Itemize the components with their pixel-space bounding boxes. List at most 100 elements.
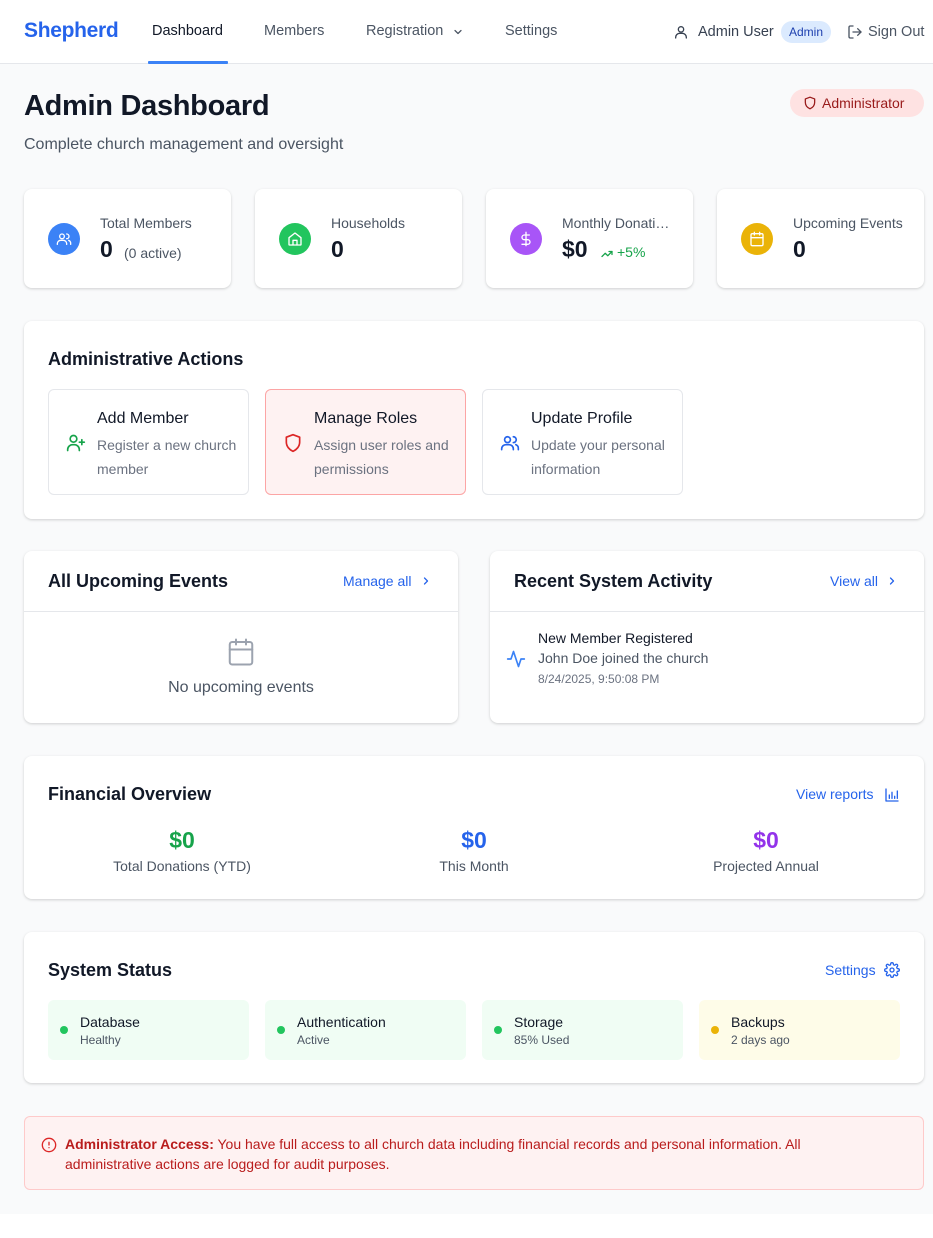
- nav-link-dashboard[interactable]: Dashboard: [152, 23, 223, 39]
- page-subtitle: Complete church management and oversight: [24, 136, 344, 153]
- status-value: 2 days ago: [731, 1033, 790, 1047]
- stat-card-households: Households 0: [255, 189, 462, 288]
- activity-description: John Doe joined the church: [538, 650, 709, 666]
- system-status-card: System Status Settings Database Healthy …: [24, 932, 924, 1083]
- user-plus-icon: [66, 434, 86, 452]
- empty-state-text: No upcoming events: [168, 679, 314, 696]
- recent-activity-card: Recent System Activity View all New Memb…: [490, 551, 924, 723]
- page: Shepherd Dashboard Members Registration …: [0, 0, 933, 1238]
- shield-icon: [285, 433, 301, 453]
- activity-timestamp: 8/24/2025, 9:50:08 PM: [538, 672, 660, 686]
- status-dot: [494, 1026, 502, 1034]
- stat-card-monthly-donations: Monthly Donations $0 +5%: [486, 189, 693, 288]
- action-description: Register a new church member: [97, 437, 237, 477]
- status-name: Storage: [514, 1014, 564, 1030]
- stat-value: 0: [331, 236, 344, 262]
- top-nav: Shepherd Dashboard Members Registration …: [0, 0, 933, 64]
- nav-link-registration[interactable]: Registration: [366, 23, 443, 39]
- status-value: 85% Used: [514, 1033, 570, 1047]
- administrator-badge-label: Administrator: [822, 95, 905, 111]
- active-tab-indicator: [148, 61, 228, 64]
- stat-sub: (0 active): [124, 245, 182, 261]
- status-backups: Backups 2 days ago: [699, 1000, 900, 1060]
- status-dot: [277, 1026, 285, 1034]
- action-title: Manage Roles: [314, 410, 418, 427]
- stat-label: Households: [331, 215, 405, 231]
- financial-value: $0: [169, 827, 195, 853]
- stat-trend: +5%: [617, 244, 646, 260]
- action-title: Update Profile: [531, 410, 633, 427]
- action-description: Update your personal information: [531, 437, 665, 477]
- administrator-access-alert: Administrator Access: You have full acce…: [24, 1116, 924, 1190]
- shield-icon: [804, 96, 816, 110]
- calendar-icon: [750, 231, 764, 247]
- financial-label: Projected Annual: [713, 858, 819, 874]
- home-icon: [288, 232, 302, 246]
- section-title: Administrative Actions: [48, 349, 244, 369]
- manage-all-link[interactable]: Manage all: [343, 573, 412, 589]
- divider: [490, 611, 924, 612]
- update-profile-action[interactable]: Update Profile Update your personal info…: [482, 389, 683, 495]
- action-title: Add Member: [97, 410, 189, 427]
- financial-overview-card: Financial Overview View reports $0 Total…: [24, 756, 924, 899]
- status-name: Backups: [731, 1014, 785, 1030]
- stat-icon-circle: [741, 223, 773, 255]
- status-name: Database: [80, 1014, 140, 1030]
- chevron-down-icon[interactable]: [452, 26, 464, 38]
- upcoming-events-card: All Upcoming Events Manage all No upcomi…: [24, 551, 458, 723]
- stat-label: Upcoming Events: [793, 215, 903, 231]
- sign-out-button[interactable]: Sign Out: [868, 24, 924, 40]
- manage-roles-action[interactable]: Manage Roles Assign user roles and permi…: [265, 389, 466, 495]
- gear-icon[interactable]: [884, 962, 900, 978]
- log-out-icon[interactable]: [847, 24, 863, 40]
- users-icon: [56, 233, 72, 245]
- nav-link-members[interactable]: Members: [264, 23, 324, 39]
- activity-icon: [506, 650, 526, 668]
- dollar-icon: [521, 231, 531, 247]
- status-name: Authentication: [297, 1014, 386, 1030]
- status-value: Healthy: [80, 1033, 121, 1047]
- stat-icon-circle: [279, 223, 311, 255]
- section-title: Financial Overview: [48, 784, 212, 804]
- administrative-actions-card: Administrative Actions Add Member Regist…: [24, 321, 924, 519]
- brand-logo[interactable]: Shepherd: [24, 19, 119, 43]
- chevron-right-icon[interactable]: [886, 575, 898, 587]
- user-icon: [675, 26, 687, 39]
- status-dot: [711, 1026, 719, 1034]
- alert-text: Administrator Access: You have full acce…: [65, 1134, 865, 1174]
- activity-title: New Member Registered: [538, 630, 693, 646]
- administrator-badge: Administrator: [790, 89, 924, 117]
- status-dot: [60, 1026, 68, 1034]
- status-value: Active: [297, 1033, 330, 1047]
- user-name: Admin User: [698, 24, 774, 40]
- role-badge: Admin: [781, 21, 832, 43]
- status-storage: Storage 85% Used: [482, 1000, 683, 1060]
- stat-value: $0: [562, 236, 588, 262]
- stat-card-upcoming-events: Upcoming Events 0: [717, 189, 924, 288]
- section-title: Recent System Activity: [514, 571, 713, 591]
- status-authentication: Authentication Active: [265, 1000, 466, 1060]
- settings-link[interactable]: Settings: [825, 962, 876, 978]
- alert-circle-icon: [41, 1137, 57, 1153]
- financial-label: Total Donations (YTD): [113, 858, 251, 874]
- stat-label: Total Members: [100, 215, 192, 231]
- stat-value: 0: [793, 236, 806, 262]
- stat-label: Monthly Donations: [562, 215, 674, 231]
- financial-value: $0: [461, 827, 487, 853]
- stat-icon-circle: [510, 223, 542, 255]
- financial-value: $0: [753, 827, 779, 853]
- nav-link-settings[interactable]: Settings: [505, 23, 557, 39]
- trending-up-icon: [601, 250, 613, 258]
- view-all-link[interactable]: View all: [830, 573, 878, 589]
- chevron-right-icon[interactable]: [420, 575, 432, 587]
- view-reports-link[interactable]: View reports: [796, 786, 874, 802]
- bar-chart-icon[interactable]: [884, 787, 900, 803]
- alert-label: Administrator Access:: [65, 1136, 214, 1152]
- add-member-action[interactable]: Add Member Register a new church member: [48, 389, 249, 495]
- stat-card-total-members: Total Members 0 (0 active): [24, 189, 231, 288]
- divider: [24, 611, 458, 612]
- users-icon: [500, 435, 520, 451]
- stat-icon-circle: [48, 223, 80, 255]
- section-title: All Upcoming Events: [48, 571, 229, 591]
- status-database: Database Healthy: [48, 1000, 249, 1060]
